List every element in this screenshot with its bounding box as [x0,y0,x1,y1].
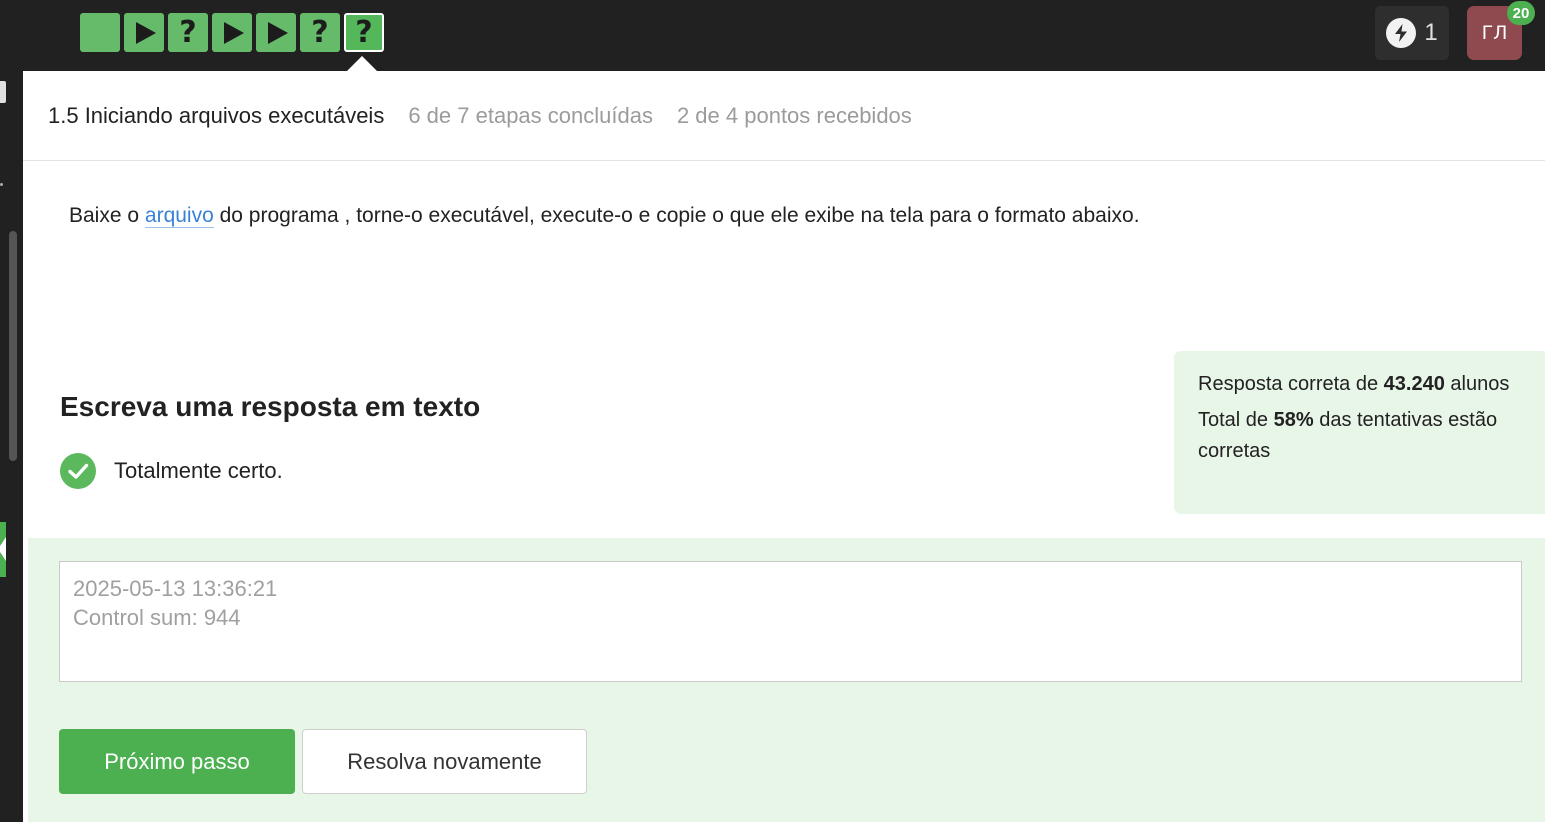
stats-correct-percent: Total de 58% das tentativas estão corret… [1198,409,1498,462]
task-text: Baixe o arquivo do programa , torne-o ex… [69,204,1140,228]
check-icon [60,453,96,489]
retry-button[interactable]: Resolva novamente [302,729,587,794]
step-navigation: ? ? ? [80,13,384,53]
question-icon: ? [179,14,197,50]
collapse-sidebar-button[interactable] [0,522,6,577]
lesson-title: 1.5 Iniciando arquivos executáveis [48,102,385,128]
lesson-header: 1.5 Iniciando arquivos executáveis 6 de … [23,71,1545,161]
question-icon: ? [355,14,373,50]
next-step-button[interactable]: Próximo passo [59,729,295,794]
stats-correct-count: Resposta correta de 43.240 alunos [1198,373,1510,395]
scrollbar[interactable] [9,231,17,461]
step-video[interactable] [256,13,296,52]
notification-badge: 20 [1507,1,1535,25]
step-video[interactable] [124,13,164,52]
step-quiz-current[interactable]: ? [344,13,384,52]
result-text: Totalmente certo. [114,458,283,483]
top-bar: ? ? ? 1 ГЛ 20 [0,0,1545,71]
lightning-icon [1386,18,1417,48]
answer-textarea[interactable]: 2025-05-13 13:36:21 Control sum: 944 [59,561,1522,682]
main-content: 1.5 Iniciando arquivos executáveis 6 de … [23,71,1545,822]
play-icon [136,21,156,44]
current-step-pointer [347,56,377,71]
play-icon [224,21,244,44]
answer-heading: Escreva uma resposta em texto [60,391,481,422]
left-rail [0,71,23,822]
result-status: Totalmente certo. [60,453,283,489]
file-link[interactable]: arquivo [144,204,214,228]
stats-panel: Resposta correta de 43.240 alunos Total … [1174,351,1545,514]
step-video[interactable] [212,13,252,52]
step-quiz[interactable]: ? [300,13,340,52]
step-quiz[interactable]: ? [168,13,208,52]
play-icon [268,21,288,44]
energy-button[interactable]: 1 [1375,6,1449,60]
points-progress: 2 de 4 pontos recebidos [676,102,912,128]
step-text[interactable] [80,13,120,52]
steps-progress: 6 de 7 etapas concluídas [408,102,653,128]
question-icon: ? [311,14,329,50]
answer-zone: 2025-05-13 13:36:21 Control sum: 944 Pró… [28,538,1545,822]
energy-count: 1 [1424,19,1438,46]
pin-icon[interactable] [0,81,6,103]
rail-dot [0,183,3,186]
